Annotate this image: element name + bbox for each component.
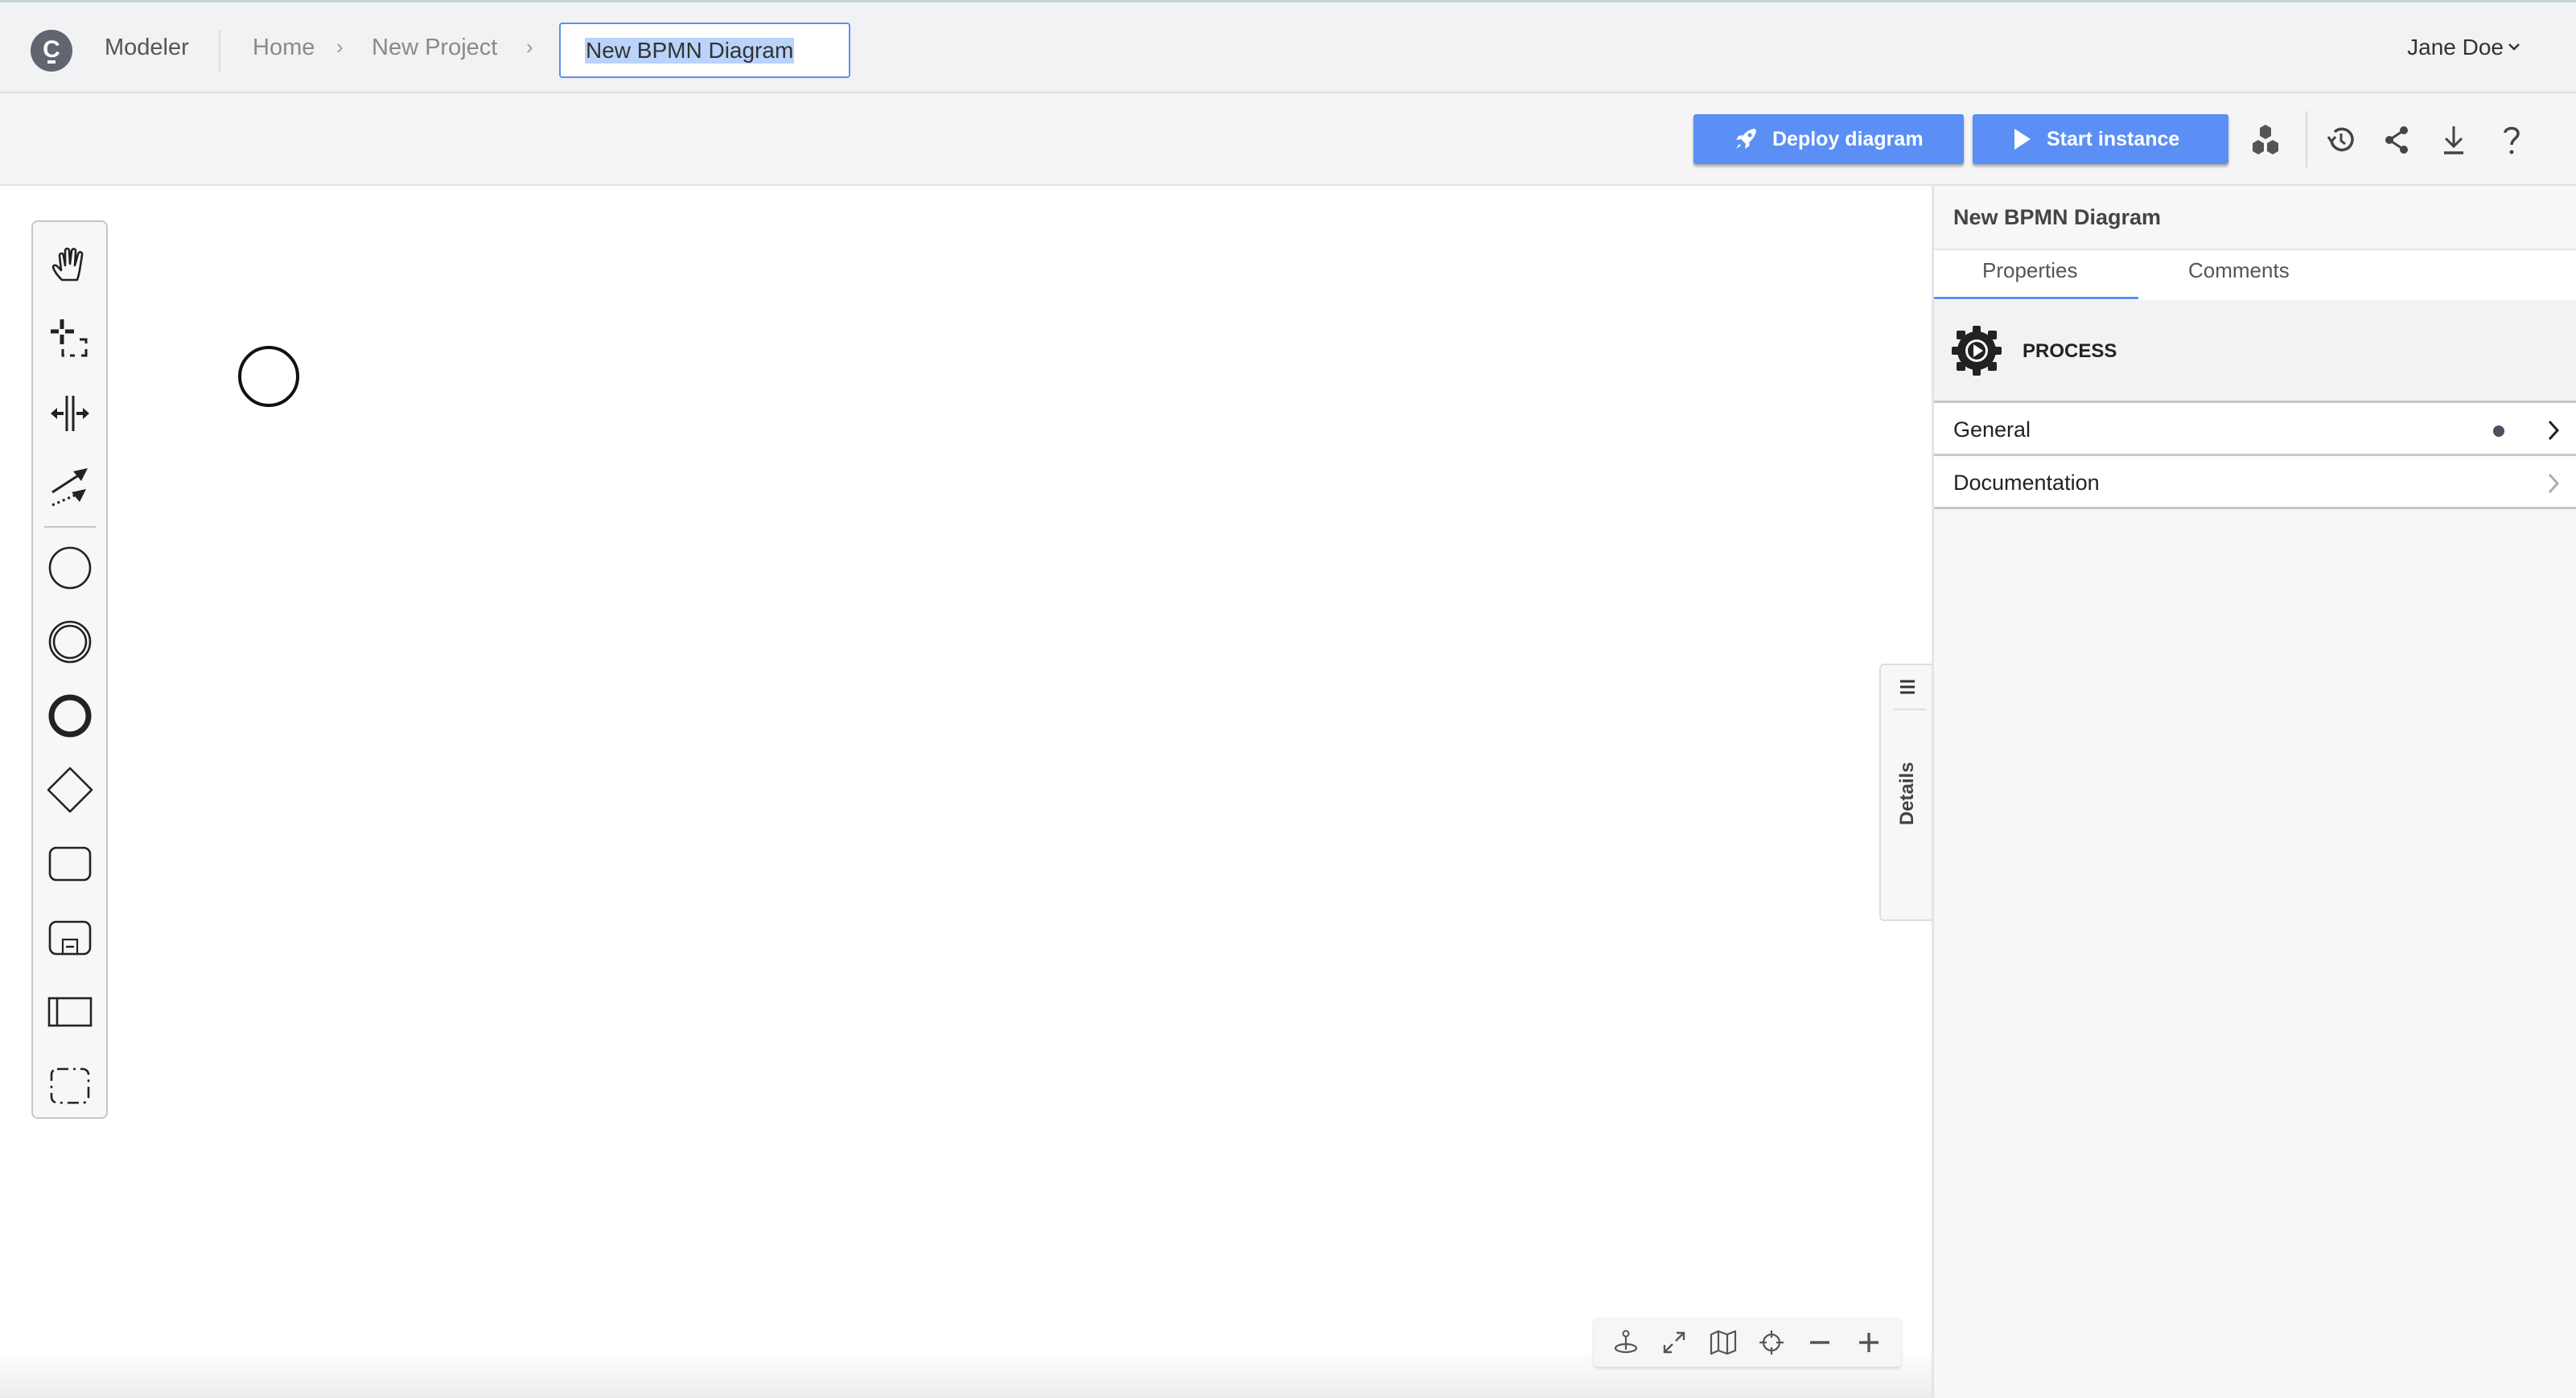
active-tab-indicator: [1934, 297, 2138, 299]
tab-properties[interactable]: Properties: [1982, 258, 2078, 283]
share-icon[interactable]: [2380, 122, 2415, 158]
deploy-diagram-button[interactable]: Deploy diagram: [1693, 114, 1964, 164]
intermediate-event-icon: [48, 620, 92, 664]
task-icon: [48, 846, 92, 882]
center-icon[interactable]: [1755, 1326, 1788, 1359]
diagram-name-input[interactable]: New BPMN Diagram: [559, 23, 850, 78]
camunda-logo[interactable]: C: [31, 30, 72, 72]
header-divider: [219, 30, 220, 72]
hand-tool[interactable]: [46, 241, 94, 290]
deploy-label: Deploy diagram: [1772, 127, 1924, 150]
user-menu[interactable]: Jane Doe: [2407, 35, 2504, 60]
data-marker-dot: [2493, 426, 2504, 437]
process-gear-icon: [1952, 326, 2002, 376]
minimap-icon[interactable]: [1707, 1326, 1739, 1359]
menu-lines-icon: [1900, 680, 1915, 694]
element-type-label: PROCESS: [2023, 340, 2117, 362]
details-label: Details: [1896, 762, 1918, 825]
app-name[interactable]: Modeler: [105, 35, 189, 61]
element-header: PROCESS: [1934, 300, 2576, 403]
palette-divider: [44, 526, 96, 528]
breadcrumb-home[interactable]: Home: [253, 35, 315, 61]
breadcrumb-project[interactable]: New Project: [372, 35, 497, 61]
logo-underline: [47, 60, 56, 64]
create-start-event[interactable]: [46, 544, 94, 592]
fit-viewport-icon[interactable]: [1658, 1326, 1690, 1359]
breadcrumb-separator: ›: [336, 35, 344, 59]
zoom-out-icon[interactable]: [1804, 1326, 1836, 1359]
tab-comments[interactable]: Comments: [2188, 258, 2290, 283]
chevron-right-icon: [2548, 420, 2560, 441]
play-icon: [2014, 129, 2031, 150]
tool-palette: [31, 220, 108, 1119]
global-connect-tool[interactable]: [46, 462, 94, 510]
toolbar-divider: [2306, 111, 2307, 167]
start-event[interactable]: [238, 346, 299, 407]
group-icon: [50, 1067, 90, 1104]
details-divider: [1894, 709, 1926, 710]
create-task[interactable]: [46, 840, 94, 888]
history-icon[interactable]: [2323, 122, 2359, 158]
download-icon[interactable]: [2436, 122, 2471, 158]
breadcrumb-separator: ›: [526, 35, 533, 59]
chevron-down-icon[interactable]: [2508, 41, 2520, 52]
create-end-event[interactable]: [46, 692, 94, 740]
diagram-name-value: New BPMN Diagram: [585, 38, 795, 64]
create-pool[interactable]: [46, 988, 94, 1036]
lasso-icon: [51, 319, 88, 357]
space-icon: [51, 396, 89, 431]
connect-icon: [51, 468, 88, 507]
properties-panel: New BPMN Diagram Properties Comments PRO…: [1932, 186, 2576, 1398]
space-tool[interactable]: [46, 389, 94, 438]
logo-letter: C: [43, 36, 60, 63]
group-label: Documentation: [1953, 471, 2100, 495]
hexagons-icon[interactable]: [2248, 122, 2283, 158]
start-event-icon: [48, 546, 92, 590]
subprocess-icon: [48, 920, 92, 956]
create-group[interactable]: [46, 1062, 94, 1110]
start-instance-button[interactable]: Start instance: [1973, 114, 2228, 164]
gateway-icon: [47, 767, 93, 813]
diagram-toolbar: Deploy diagram Start instance: [0, 93, 2576, 186]
create-subprocess[interactable]: [46, 914, 94, 962]
lasso-tool[interactable]: [46, 315, 94, 364]
zoom-in-icon[interactable]: [1853, 1326, 1885, 1359]
hand-icon: [51, 247, 84, 282]
create-gateway[interactable]: [46, 766, 94, 814]
panel-title: New BPMN Diagram: [1953, 205, 2162, 229]
help-icon[interactable]: [2494, 122, 2529, 158]
end-event-icon: [48, 694, 92, 738]
group-label: General: [1953, 417, 2031, 442]
details-toggle[interactable]: Details: [1879, 664, 1932, 921]
reset-view-icon[interactable]: [1610, 1326, 1642, 1359]
rocket-icon: [1736, 129, 1756, 149]
start-label: Start instance: [2047, 127, 2180, 150]
chevron-right-icon: [2548, 473, 2560, 494]
canvas-view-controls: [1594, 1318, 1901, 1367]
app-header: C Modeler Home › New Project › New BPMN …: [0, 0, 2576, 93]
panel-tabs: Properties Comments: [1934, 249, 2576, 300]
pool-icon: [47, 997, 93, 1027]
group-documentation[interactable]: Documentation: [1934, 456, 2576, 509]
create-intermediate-event[interactable]: [46, 618, 94, 666]
group-general[interactable]: General: [1934, 403, 2576, 456]
